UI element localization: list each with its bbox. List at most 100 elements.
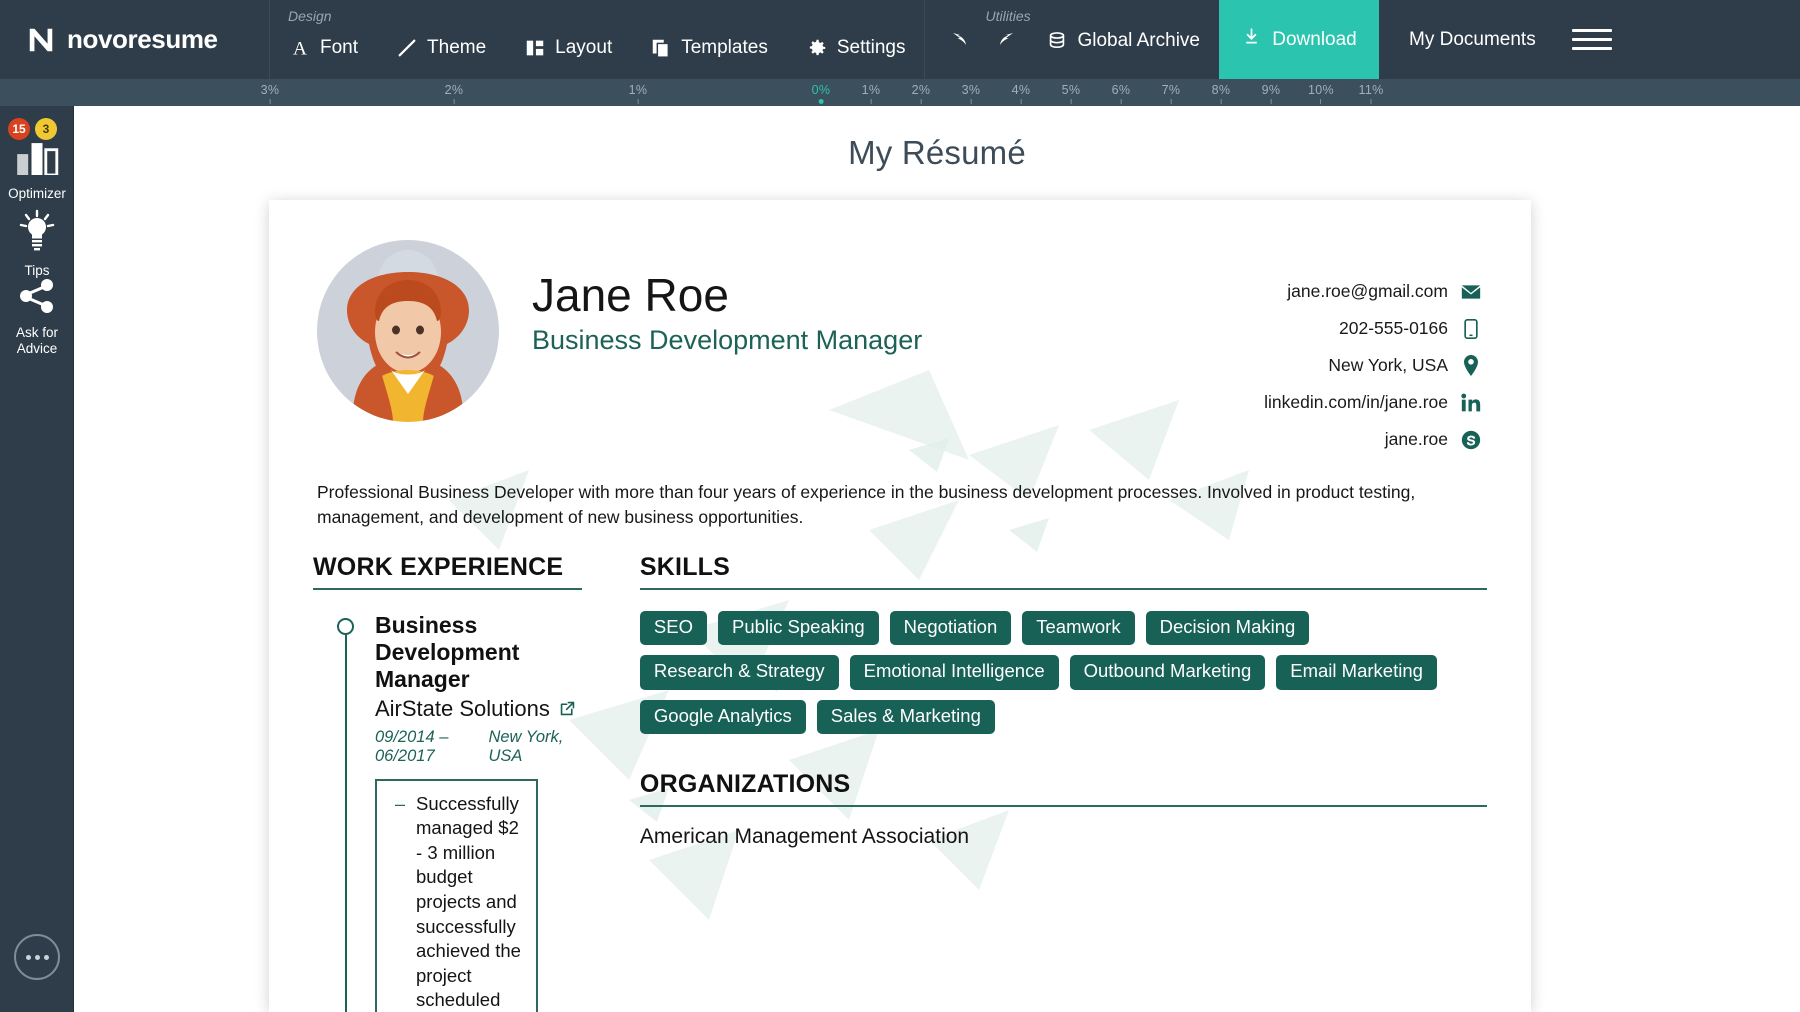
ruler-tick: 7% [1162, 83, 1181, 104]
brand-logo[interactable]: novoresume [0, 0, 270, 79]
layout-button[interactable]: Layout [505, 33, 631, 63]
contact-row-email[interactable]: jane.roe@gmail.com [1264, 273, 1481, 310]
skill-tag[interactable]: Public Speaking [718, 611, 879, 646]
section-divider [640, 588, 1487, 590]
brand-name: novoresume [67, 24, 218, 55]
gear-icon [806, 37, 828, 59]
skill-tag[interactable]: Teamwork [1022, 611, 1134, 646]
global-archive-label: Global Archive [1077, 30, 1200, 52]
redo-button[interactable] [983, 19, 1027, 63]
sidebar-item-tips[interactable]: Tips [0, 208, 74, 279]
resume-page[interactable]: Jane Roe Business Development Manager ja… [269, 200, 1531, 1012]
ruler-tick: 11% [1359, 83, 1384, 104]
download-button[interactable]: Download [1219, 0, 1379, 79]
envelope-icon [1461, 282, 1481, 302]
work-experience-item[interactable]: Business Development Manager AirState So… [313, 612, 582, 1012]
left-column: WORK EXPERIENCE Business Development Man… [313, 553, 582, 1012]
theme-button[interactable]: Theme [377, 33, 505, 63]
timeline-dot-icon [337, 618, 354, 635]
chat-dots [26, 955, 49, 960]
list-item: – Successfully managed $2 - 3 million bu… [395, 792, 522, 1012]
skype-icon [1461, 430, 1481, 450]
organizations-section: ORGANIZATIONS American Management Associ… [640, 770, 1487, 849]
ruler-tick-zero: 0% [812, 83, 831, 104]
download-icon [1241, 26, 1262, 53]
novoresume-logo-icon [26, 25, 56, 55]
copy-pages-icon [650, 37, 672, 59]
external-link-icon[interactable] [559, 700, 576, 717]
undo-arrow-icon [949, 27, 973, 56]
section-divider [640, 805, 1487, 807]
skill-tag[interactable]: Emotional Intelligence [850, 655, 1059, 690]
bar-chart-icon [15, 142, 59, 180]
skill-tag[interactable]: Research & Strategy [640, 655, 839, 690]
job-title: Business Development Manager [375, 612, 582, 693]
job-location: New York, USA [488, 728, 581, 766]
contact-text: jane.roe [1385, 429, 1448, 450]
editor-canvas: My Résumé [74, 106, 1800, 1012]
font-button[interactable]: A Font [270, 33, 377, 63]
ruler-tick: 5% [1062, 83, 1081, 104]
hamburger-menu-icon[interactable] [1566, 0, 1620, 79]
linkedin-icon [1461, 393, 1481, 413]
undo-button[interactable] [939, 19, 983, 63]
ruler-tick: 4% [1012, 83, 1031, 104]
right-column: SKILLS SEO Public Speaking Negotiation T… [640, 553, 1487, 1012]
left-sidebar: 15 3 Optimizer [0, 106, 74, 1012]
sidebar-item-optimizer[interactable]: 15 3 Optimizer [0, 124, 74, 202]
optimizer-badge-errors: 15 [8, 118, 30, 140]
download-label: Download [1272, 29, 1357, 51]
skill-tag[interactable]: Outbound Marketing [1070, 655, 1266, 690]
zoom-ruler[interactable]: 3% 2% 1% 0% 1% 2% 3% 4% 5% 6% 7% 8% 9% 1… [0, 79, 1800, 106]
sidebar-item-ask-for-advice[interactable]: Ask for Advice [0, 278, 74, 357]
skill-tag[interactable]: Negotiation [890, 611, 1012, 646]
ruler-tick: 10% [1308, 83, 1334, 104]
ruler-tick: 9% [1262, 83, 1281, 104]
contact-row-skype[interactable]: jane.roe [1264, 421, 1481, 458]
database-icon [1046, 30, 1068, 52]
layout-columns-icon [524, 37, 546, 59]
ruler-tick: 6% [1112, 83, 1131, 104]
lightbulb-icon [17, 208, 57, 257]
sidebar-item-label: Advice [17, 341, 58, 357]
ruler-tick: 2% [445, 83, 464, 104]
job-company: AirState Solutions [375, 696, 582, 722]
organization-item: American Management Association [640, 825, 1487, 849]
contact-row-phone[interactable]: 202-555-0166 [1264, 310, 1481, 347]
layout-label: Layout [555, 37, 612, 59]
contact-row-linkedin[interactable]: linkedin.com/in/jane.roe [1264, 384, 1481, 421]
resume-header: Jane Roe Business Development Manager ja… [313, 236, 1487, 458]
skill-tag[interactable]: Email Marketing [1276, 655, 1437, 690]
contact-row-location[interactable]: New York, USA [1264, 347, 1481, 384]
templates-label: Templates [681, 37, 768, 59]
app-root: novoresume Design A Font Theme [0, 0, 1800, 1012]
optimizer-badge-warnings: 3 [35, 118, 57, 140]
chat-bubble-icon[interactable] [14, 934, 60, 980]
redo-arrow-icon [993, 27, 1017, 56]
contact-list: jane.roe@gmail.com 202-555-0166 [1264, 273, 1481, 458]
skill-tag[interactable]: Google Analytics [640, 700, 806, 735]
ruler-tick: 2% [912, 83, 931, 104]
timeline-line [345, 635, 347, 1012]
global-archive-button[interactable]: Global Archive [1027, 26, 1219, 56]
skill-tag[interactable]: Decision Making [1146, 611, 1310, 646]
font-label: Font [320, 37, 358, 59]
svg-text:A: A [293, 38, 307, 59]
section-title-skills: SKILLS [640, 553, 1487, 582]
bullet-dash-icon: – [395, 792, 405, 1012]
skill-tag[interactable]: SEO [640, 611, 707, 646]
menu-line [1572, 29, 1612, 32]
contact-text: 202-555-0166 [1339, 318, 1448, 339]
resume-columns: WORK EXPERIENCE Business Development Man… [313, 553, 1487, 1012]
settings-button[interactable]: Settings [787, 33, 925, 63]
ruler-tick: 1% [862, 83, 881, 104]
my-documents-button[interactable]: My Documents [1379, 0, 1566, 79]
ruler-tick: 8% [1212, 83, 1231, 104]
sidebar-item-label: Ask for [16, 325, 58, 341]
contact-text: jane.roe@gmail.com [1287, 281, 1448, 302]
skill-tag[interactable]: Sales & Marketing [817, 700, 995, 735]
ruler-tick: 1% [629, 83, 648, 104]
ruler-tick: 3% [261, 83, 280, 104]
templates-button[interactable]: Templates [631, 33, 787, 63]
my-documents-label: My Documents [1409, 29, 1536, 51]
